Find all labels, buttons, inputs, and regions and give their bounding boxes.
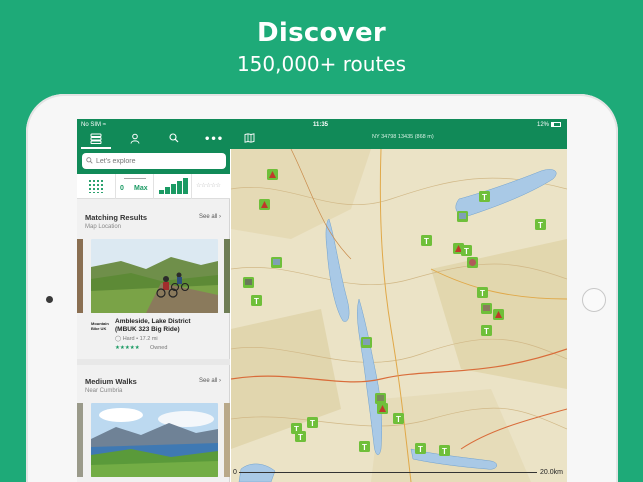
matching-results-title: Matching Results [85,213,148,222]
front-camera [46,296,53,303]
route-rating: ★★★★★ [115,345,140,351]
map-marker[interactable]: T [461,245,472,256]
hero-title: Discover [256,18,387,48]
route-meta: ◯ Hard • 17.2 mi [115,336,158,342]
route-name-line2[interactable]: (MBUK 323 Big Ride) [115,326,180,334]
previous-walk-peek[interactable] [77,403,83,477]
map-marker[interactable]: T [481,325,492,336]
battery-percent: 12% [536,122,549,128]
svg-text:T: T [362,443,367,452]
medium-walks-title: Medium Walks [85,377,137,386]
route-difficulty: Hard [122,336,135,342]
map-marker[interactable] [457,211,468,222]
route-name-line1[interactable]: Ambleside, Lake District [115,318,191,326]
svg-text:T: T [484,327,489,336]
svg-text:T: T [424,237,429,246]
route-distance: 17.2 mi [139,336,158,342]
grid-reference: NY 34798 13435 (868 m) [372,134,434,140]
hero-subtitle: 150,000+ routes [236,52,407,76]
route-owned-status: Owned [150,345,168,351]
map-scale-bar [239,472,537,473]
map-marker[interactable] [375,393,386,404]
activity-grid-icon [88,179,104,193]
wifi-icon: ≈ [102,122,106,128]
svg-text:T: T [482,193,487,202]
filter-activity[interactable] [77,174,116,199]
walk-card-image[interactable] [91,403,218,477]
routes-icon[interactable] [88,133,104,147]
os-map[interactable]: T T T T T T T T T T T T T T 0 20.0km [231,149,567,482]
map-scale-start: 0 [233,469,237,476]
svg-text:T: T [396,415,401,424]
home-button[interactable] [582,288,606,312]
filter-distance[interactable]: 0 Max [116,174,154,199]
map-marker[interactable] [377,403,388,414]
map-marker[interactable] [267,169,278,180]
route-card-image[interactable] [91,239,218,313]
filter-difficulty[interactable] [154,174,192,199]
distance-min: 0 [120,185,124,192]
map-marker[interactable]: T [359,441,370,452]
map-marker[interactable]: T [535,219,546,230]
difficulty-bars-icon [159,178,188,194]
search-field-icon [86,157,93,166]
svg-text:T: T [298,433,303,442]
map-canvas[interactable]: T T T T T T T T T T T T T T [231,149,567,482]
mbuk-logo: Mountain Bike UK [91,321,109,331]
medium-walks-subtitle: Near Cumbria [85,388,123,394]
map-marker[interactable]: T [393,413,404,424]
map-marker[interactable]: T [307,417,318,428]
medium-walks-see-all-link[interactable]: See all › [199,378,221,384]
filter-rating[interactable]: ☆☆☆☆☆ [192,174,230,199]
next-walk-peek[interactable] [224,403,230,477]
battery-icon [551,122,561,127]
search-icon[interactable] [166,133,182,147]
map-icon[interactable] [241,133,257,147]
svg-text:T: T [418,445,423,454]
more-icon[interactable]: ••• [204,133,223,147]
svg-text:T: T [480,289,485,298]
profile-icon[interactable] [127,133,143,147]
rating-stars-icon: ☆☆☆☆☆ [196,183,221,189]
search-input[interactable] [82,153,226,169]
status-time: 11:35 [313,122,329,128]
previous-card-peek[interactable] [77,239,83,313]
next-card-peek[interactable] [224,239,230,313]
svg-text:T: T [442,447,447,456]
map-marker[interactable] [271,257,282,268]
svg-text:T: T [254,297,259,306]
map-marker[interactable] [243,277,254,288]
map-marker[interactable] [481,303,492,314]
map-marker[interactable]: T [415,443,426,454]
map-marker[interactable]: T [421,235,432,246]
map-marker[interactable] [361,337,372,348]
distance-max: Max [134,185,148,192]
battery-indicator: 12% [537,122,561,128]
app-toolbar: ••• NY 34798 13435 (868 m) [77,131,567,149]
svg-text:T: T [538,221,543,230]
map-marker[interactable] [467,257,478,268]
map-marker[interactable]: T [251,295,262,306]
sidebar: 0 Max ☆☆☆☆☆ Matching Results Map Locatio… [77,149,230,482]
map-scale-end: 20.0km [540,469,563,476]
map-marker[interactable]: T [477,287,488,298]
matching-results-subtitle: Map Location [85,224,122,230]
map-marker[interactable]: T [295,431,306,442]
search-bar [77,149,230,174]
map-marker[interactable] [259,199,270,210]
carrier-label: No SIM ≈ [81,122,106,128]
status-bar: No SIM ≈ 11:35 12% [77,119,567,131]
bike-icon: ◯ [115,336,122,342]
map-marker[interactable] [493,309,504,320]
app-screen: No SIM ≈ 11:35 12% ••• NY 34798 13435 (8… [77,119,567,482]
svg-text:T: T [310,419,315,428]
filter-bar: 0 Max ☆☆☆☆☆ [77,174,230,199]
matching-see-all-link[interactable]: See all › [199,214,221,220]
svg-text:T: T [464,247,469,256]
distance-range-icon [124,178,146,179]
map-marker[interactable]: T [479,191,490,202]
map-marker[interactable]: T [439,445,450,456]
section-divider [77,359,230,365]
